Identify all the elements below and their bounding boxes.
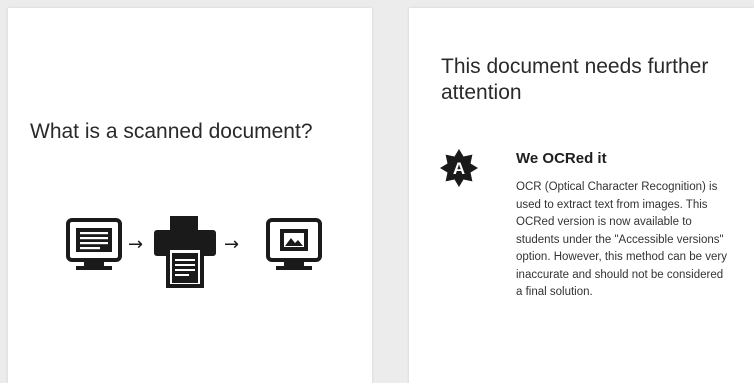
arrow-right-icon: → [224, 234, 239, 255]
monitor-document-icon [66, 218, 122, 270]
page: What is a scanned document? → → This doc… [0, 0, 754, 383]
monitor-image-icon [266, 218, 322, 270]
arrow-right-icon: → [128, 234, 143, 255]
accessibility-score-badge-icon: A [439, 148, 479, 188]
badge-letter: A [453, 159, 465, 178]
ocr-notice-card: This document needs further attention A … [409, 8, 754, 383]
scanned-document-info-card: What is a scanned document? → → [8, 8, 372, 383]
card-title: This document needs further attention [441, 55, 709, 104]
scan-flow-diagram: → → [66, 216, 336, 306]
card-title: What is a scanned document? [30, 120, 313, 143]
ocr-heading: We OCRed it [516, 150, 607, 167]
printer-icon [154, 216, 216, 288]
ocr-description: OCR (Optical Character Recognition) is u… [516, 181, 727, 298]
